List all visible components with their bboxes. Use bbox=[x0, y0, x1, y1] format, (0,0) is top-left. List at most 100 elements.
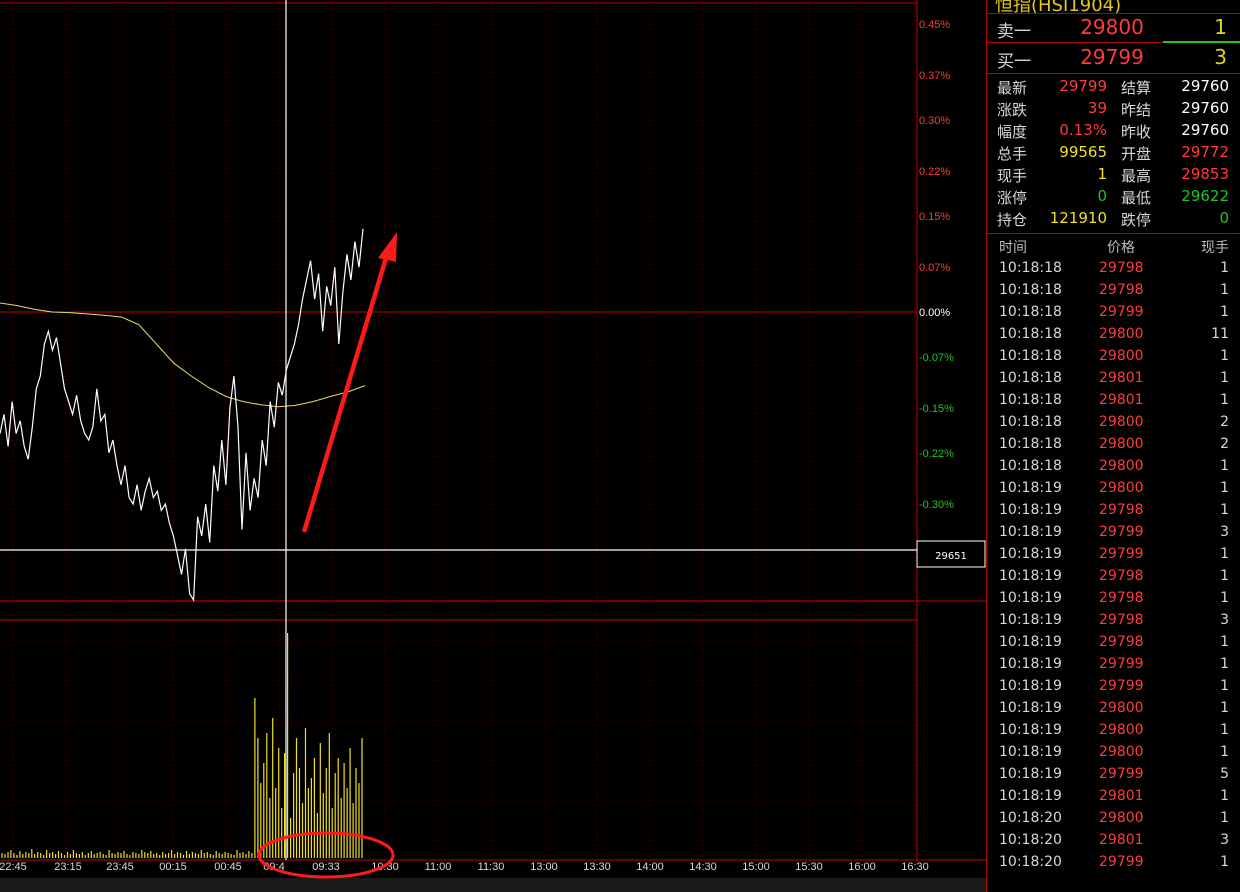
horizontal-scrollbar bbox=[0, 878, 986, 892]
trade-time: 10:18:18 bbox=[999, 392, 1062, 408]
trade-qty: 1 bbox=[1220, 700, 1229, 716]
trade-qty: 2 bbox=[1220, 436, 1229, 452]
trade-price: 29800 bbox=[1099, 810, 1144, 826]
quote-stat-label: 最高 bbox=[1121, 167, 1152, 185]
trade-qty: 3 bbox=[1220, 524, 1229, 540]
quote-stat-value: 0 bbox=[1219, 209, 1229, 227]
trade-row[interactable]: 10:18:18 29800 1 bbox=[987, 458, 1240, 480]
trade-row[interactable]: 10:18:19 29798 1 bbox=[987, 634, 1240, 656]
trade-time: 10:18:18 bbox=[999, 436, 1062, 452]
quote-stat-label: 结算 bbox=[1121, 79, 1152, 97]
trade-price: 29800 bbox=[1099, 414, 1144, 430]
trade-qty: 1 bbox=[1220, 370, 1229, 386]
price-line bbox=[0, 228, 364, 602]
ts-header-time: 时间 bbox=[999, 240, 1027, 256]
crosshair-price-label: 29651 bbox=[935, 551, 967, 562]
y-tick-label: 0.45% bbox=[919, 19, 950, 31]
trade-price: 29798 bbox=[1099, 260, 1144, 276]
trade-price: 29800 bbox=[1099, 700, 1144, 716]
trade-row[interactable]: 10:18:19 29799 1 bbox=[987, 678, 1240, 700]
quote-stat-row: 最新 29799 结算 29760 bbox=[987, 77, 1240, 99]
trade-price: 29799 bbox=[1099, 656, 1144, 672]
x-tick-label: 23:45 bbox=[106, 861, 134, 873]
trade-qty: 1 bbox=[1220, 260, 1229, 276]
trade-row[interactable]: 10:18:19 29799 1 bbox=[987, 546, 1240, 568]
trade-time: 10:18:18 bbox=[999, 414, 1062, 430]
divider bbox=[987, 73, 1240, 74]
trade-row[interactable]: 10:18:19 29799 5 bbox=[987, 766, 1240, 788]
trade-row[interactable]: 10:18:18 29800 2 bbox=[987, 414, 1240, 436]
trade-price: 29798 bbox=[1099, 568, 1144, 584]
trade-row[interactable]: 10:18:20 29801 3 bbox=[987, 832, 1240, 854]
trade-time: 10:18:18 bbox=[999, 458, 1062, 474]
trade-row[interactable]: 10:18:19 29800 1 bbox=[987, 722, 1240, 744]
trade-price: 29801 bbox=[1099, 392, 1144, 408]
trade-qty: 1 bbox=[1220, 656, 1229, 672]
trend-arrow-shaft bbox=[301, 257, 389, 533]
trade-qty: 1 bbox=[1220, 590, 1229, 606]
ask-qty: 1 bbox=[1214, 15, 1227, 39]
trade-row[interactable]: 10:18:18 29801 1 bbox=[987, 392, 1240, 414]
trade-row[interactable]: 10:18:20 29800 1 bbox=[987, 810, 1240, 832]
y-tick-label: -0.30% bbox=[919, 499, 954, 511]
trade-row[interactable]: 10:18:18 29800 1 bbox=[987, 348, 1240, 370]
trade-time: 10:18:18 bbox=[999, 348, 1062, 364]
x-tick-label: 16:00 bbox=[848, 861, 876, 873]
quote-stat-row: 现手 1 最高 29853 bbox=[987, 165, 1240, 187]
quote-stat-label: 持仓 bbox=[997, 211, 1028, 229]
trade-time: 10:18:19 bbox=[999, 524, 1062, 540]
trade-row[interactable]: 10:18:19 29798 3 bbox=[987, 612, 1240, 634]
trade-row[interactable]: 10:18:18 29800 11 bbox=[987, 326, 1240, 348]
trade-row[interactable]: 10:18:19 29798 1 bbox=[987, 590, 1240, 612]
volume-bars bbox=[1, 633, 363, 858]
trade-row[interactable]: 10:18:18 29799 1 bbox=[987, 304, 1240, 326]
quote-stat-row: 持仓 121910 跌停 0 bbox=[987, 209, 1240, 231]
trade-row[interactable]: 10:18:19 29800 1 bbox=[987, 480, 1240, 502]
quote-stat-row: 涨停 0 最低 29622 bbox=[987, 187, 1240, 209]
trade-time: 10:18:18 bbox=[999, 370, 1062, 386]
trade-row[interactable]: 10:18:18 29798 1 bbox=[987, 282, 1240, 304]
trade-row[interactable]: 10:18:19 29798 1 bbox=[987, 502, 1240, 524]
trade-row[interactable]: 10:18:19 29800 1 bbox=[987, 700, 1240, 722]
trade-time: 10:18:20 bbox=[999, 810, 1062, 826]
trade-row[interactable]: 10:18:20 29799 1 bbox=[987, 854, 1240, 876]
trade-price: 29800 bbox=[1099, 436, 1144, 452]
quote-panel: 恒指(HSI1904) 卖一 29800 1 买一 29799 3 最新 2979… bbox=[986, 0, 1240, 892]
quote-stat-value: 29622 bbox=[1181, 187, 1229, 205]
trade-row[interactable]: 10:18:19 29800 1 bbox=[987, 744, 1240, 766]
trade-qty: 2 bbox=[1220, 414, 1229, 430]
trade-time: 10:18:19 bbox=[999, 744, 1062, 760]
trade-row[interactable]: 10:18:18 29801 1 bbox=[987, 370, 1240, 392]
trade-row[interactable]: 10:18:19 29799 3 bbox=[987, 524, 1240, 546]
quote-stat-row: 总手 99565 开盘 29772 bbox=[987, 143, 1240, 165]
trade-row[interactable]: 10:18:19 29799 1 bbox=[987, 656, 1240, 678]
trade-time: 10:18:19 bbox=[999, 502, 1062, 518]
trade-row[interactable]: 10:18:19 29801 1 bbox=[987, 788, 1240, 810]
quote-stat-value: 29760 bbox=[1181, 99, 1229, 117]
trade-time: 10:18:18 bbox=[999, 304, 1062, 320]
quote-stat-label: 昨结 bbox=[1121, 101, 1152, 119]
y-tick-label: 0.30% bbox=[919, 115, 950, 127]
quote-stat-value: 0 bbox=[1097, 187, 1107, 205]
trade-qty: 11 bbox=[1211, 326, 1229, 342]
trade-row[interactable]: 10:18:18 29800 2 bbox=[987, 436, 1240, 458]
quote-stat-row: 幅度 0.13% 昨收 29760 bbox=[987, 121, 1240, 143]
trade-time: 10:18:19 bbox=[999, 546, 1062, 562]
trade-time: 10:18:19 bbox=[999, 788, 1062, 804]
quote-stat-label: 跌停 bbox=[1121, 211, 1152, 229]
trade-time: 10:18:20 bbox=[999, 854, 1062, 870]
x-tick-label: 14:00 bbox=[636, 861, 664, 873]
trade-price: 29799 bbox=[1099, 678, 1144, 694]
trade-price: 29798 bbox=[1099, 590, 1144, 606]
quote-stat-label: 现手 bbox=[997, 167, 1028, 185]
trade-row[interactable]: 10:18:19 29798 1 bbox=[987, 568, 1240, 590]
intraday-chart[interactable]: 0.45% 0.37% 0.30% 0.22% 0.15% 0.07% 0.00% -0.07… bbox=[0, 0, 986, 892]
trade-time: 10:18:19 bbox=[999, 480, 1062, 496]
quote-stat-value: 29799 bbox=[1059, 77, 1107, 95]
x-tick-label: 13:30 bbox=[583, 861, 611, 873]
trade-qty: 1 bbox=[1220, 392, 1229, 408]
trade-qty: 1 bbox=[1220, 722, 1229, 738]
bid-price: 29799 bbox=[1080, 45, 1144, 69]
trade-row[interactable]: 10:18:18 29798 1 bbox=[987, 260, 1240, 282]
average-price-line bbox=[0, 302, 366, 408]
